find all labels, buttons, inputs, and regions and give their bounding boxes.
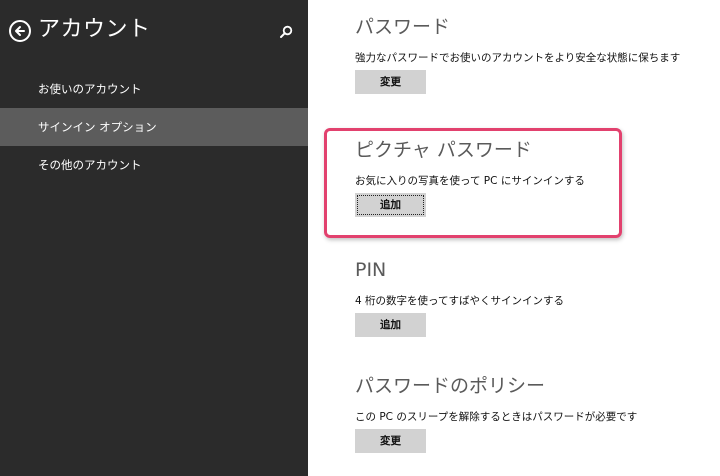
pin-description: 4 桁の数字を使ってすばやくサインインする — [355, 295, 564, 307]
page-title: アカウント — [38, 17, 151, 42]
picture-password-title: ピクチャ パスワード — [355, 139, 532, 161]
picture-password-section: ピクチャ パスワード お気に入りの写真を使って PC にサインインする 追加 — [355, 137, 585, 217]
pin-title: PIN — [355, 259, 387, 281]
add-pin-button[interactable]: 追加 — [355, 313, 426, 337]
sidebar-item-your-account[interactable]: お使いのアカウント — [0, 70, 308, 108]
picture-password-description: お気に入りの写真を使って PC にサインインする — [355, 175, 585, 187]
change-password-policy-button[interactable]: 変更 — [355, 429, 426, 453]
sidebar-item-sign-in-options[interactable]: サインイン オプション — [0, 108, 308, 146]
password-policy-section: パスワードのポリシー この PC のスリープを解除するときはパスワードが必要です… — [355, 373, 637, 453]
search-icon[interactable] — [279, 24, 293, 38]
content-pane: パスワード 強力なパスワードでお使いのアカウントをより安全な状態に保ちます 変更… — [308, 0, 720, 476]
sidebar: アカウント お使いのアカウント サインイン オプション その他のアカウント — [0, 0, 308, 476]
back-arrow-circle-icon[interactable] — [9, 20, 31, 42]
password-section: パスワード 強力なパスワードでお使いのアカウントをより安全な状態に保ちます 変更 — [355, 14, 680, 94]
sidebar-item-other-accounts[interactable]: その他のアカウント — [0, 146, 308, 184]
sidebar-nav: お使いのアカウント サインイン オプション その他のアカウント — [0, 70, 308, 184]
password-policy-title: パスワードのポリシー — [355, 375, 546, 397]
pc-settings-window: アカウント お使いのアカウント サインイン オプション その他のアカウント パス… — [0, 0, 720, 476]
change-password-button[interactable]: 変更 — [355, 70, 426, 94]
add-picture-password-button[interactable]: 追加 — [355, 193, 426, 217]
password-description: 強力なパスワードでお使いのアカウントをより安全な状態に保ちます — [355, 52, 681, 64]
password-title: パスワード — [355, 16, 451, 38]
password-policy-description: この PC のスリープを解除するときはパスワードが必要です — [355, 411, 638, 423]
pin-section: PIN 4 桁の数字を使ってすばやくサインインする 追加 — [355, 257, 564, 337]
